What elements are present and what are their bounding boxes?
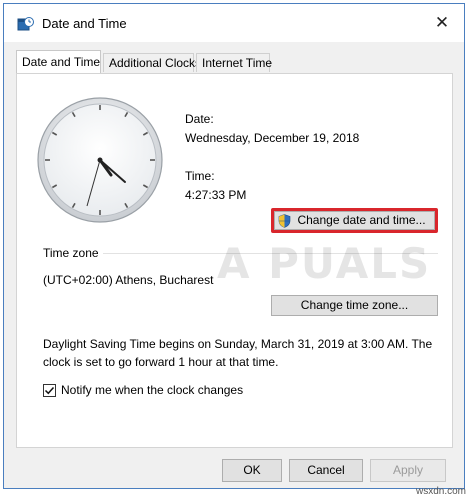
window-title: Date and Time [42, 16, 127, 31]
cancel-button[interactable]: Cancel [289, 459, 363, 482]
ok-button[interactable]: OK [222, 459, 282, 482]
change-date-time-label: Change date and time... [297, 213, 426, 227]
date-value: Wednesday, December 19, 2018 [185, 131, 360, 145]
appuals-watermark: A PUALS [217, 239, 432, 288]
tab-additional-clocks[interactable]: Additional Clocks [103, 53, 201, 72]
notify-label[interactable]: Notify me when the clock changes [61, 383, 243, 397]
dst-text-line-2: clock is set to go forward 1 hour at tha… [43, 355, 279, 369]
notify-checkbox[interactable] [43, 384, 56, 397]
change-date-time-button[interactable]: Change date and time... [274, 211, 435, 230]
date-time-app-icon [17, 17, 34, 31]
analog-clock [37, 97, 163, 223]
close-button[interactable]: ✕ [430, 12, 454, 34]
time-zone-heading: Time zone [43, 246, 99, 260]
dst-text-line-1: Daylight Saving Time begins on Sunday, M… [43, 337, 433, 351]
title-bar: Date and Time ✕ [4, 4, 464, 42]
apply-button[interactable]: Apply [370, 459, 446, 482]
tab-date-and-time[interactable]: Date and Time [16, 50, 101, 73]
date-label: Date: [185, 112, 214, 126]
tab-internet-time[interactable]: Internet Time [196, 53, 272, 72]
date-time-window: Date and Time ✕ Date and Time Additional… [3, 3, 465, 489]
time-zone-value: (UTC+02:00) Athens, Bucharest [43, 273, 214, 287]
change-time-zone-button[interactable]: Change time zone... [271, 295, 438, 316]
tab-panel: Date: Wednesday, December 19, 2018 Time:… [16, 73, 453, 448]
shield-icon [278, 214, 291, 228]
checkmark-icon [44, 386, 55, 395]
site-watermark: wsxdn.com [415, 486, 466, 497]
time-label: Time: [185, 169, 215, 183]
time-value: 4:27:33 PM [185, 188, 247, 202]
